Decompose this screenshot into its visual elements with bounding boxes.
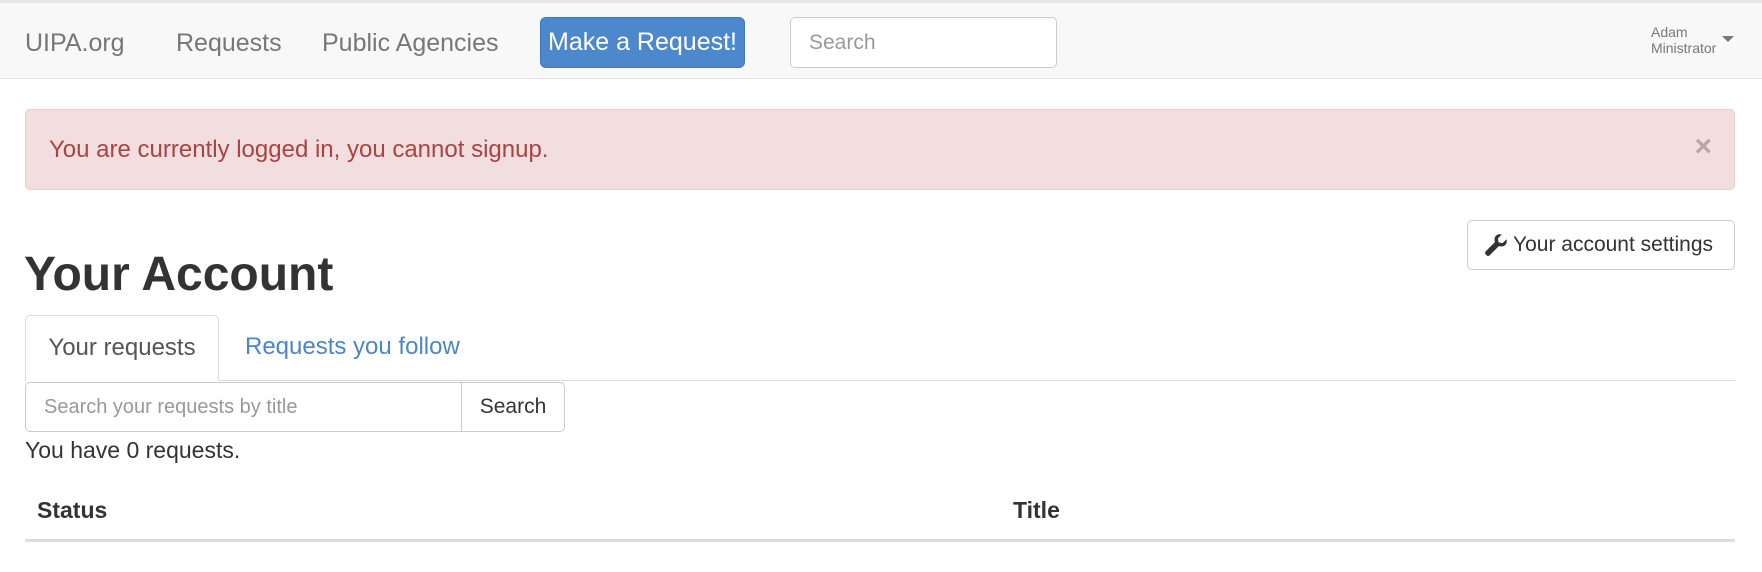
- account-tabs: Your requests Requests you follow: [25, 315, 1735, 381]
- page-title: Your Account: [24, 248, 334, 301]
- requests-table-header: Status Title: [25, 490, 1735, 542]
- make-request-button[interactable]: Make a Request!: [540, 17, 745, 68]
- error-alert: You are currently logged in, you cannot …: [25, 109, 1735, 190]
- brand-link[interactable]: UIPA.org: [25, 28, 125, 58]
- nav-requests-link[interactable]: Requests: [176, 28, 282, 58]
- nav-public-agencies-link[interactable]: Public Agencies: [322, 28, 499, 58]
- request-search-button[interactable]: Search: [461, 382, 565, 432]
- caret-down-icon[interactable]: [1722, 36, 1734, 42]
- column-title[interactable]: Title: [1013, 497, 1060, 524]
- alert-message: You are currently logged in, you cannot …: [49, 136, 549, 163]
- top-navbar: UIPA.org Requests Public Agencies Make a…: [0, 0, 1762, 79]
- site-search-input[interactable]: [790, 17, 1057, 68]
- wrench-icon: [1485, 234, 1507, 256]
- tab-your-requests[interactable]: Your requests: [25, 315, 219, 381]
- request-search-input[interactable]: [25, 382, 462, 432]
- user-last-name: Ministrator: [1651, 40, 1717, 56]
- column-status[interactable]: Status: [37, 497, 107, 524]
- tab-requests-you-follow[interactable]: Requests you follow: [245, 315, 460, 381]
- account-settings-button[interactable]: Your account settings: [1467, 220, 1735, 270]
- account-settings-label: Your account settings: [1513, 233, 1714, 256]
- requests-count: You have 0 requests.: [25, 437, 241, 463]
- close-icon[interactable]: ×: [1694, 130, 1712, 164]
